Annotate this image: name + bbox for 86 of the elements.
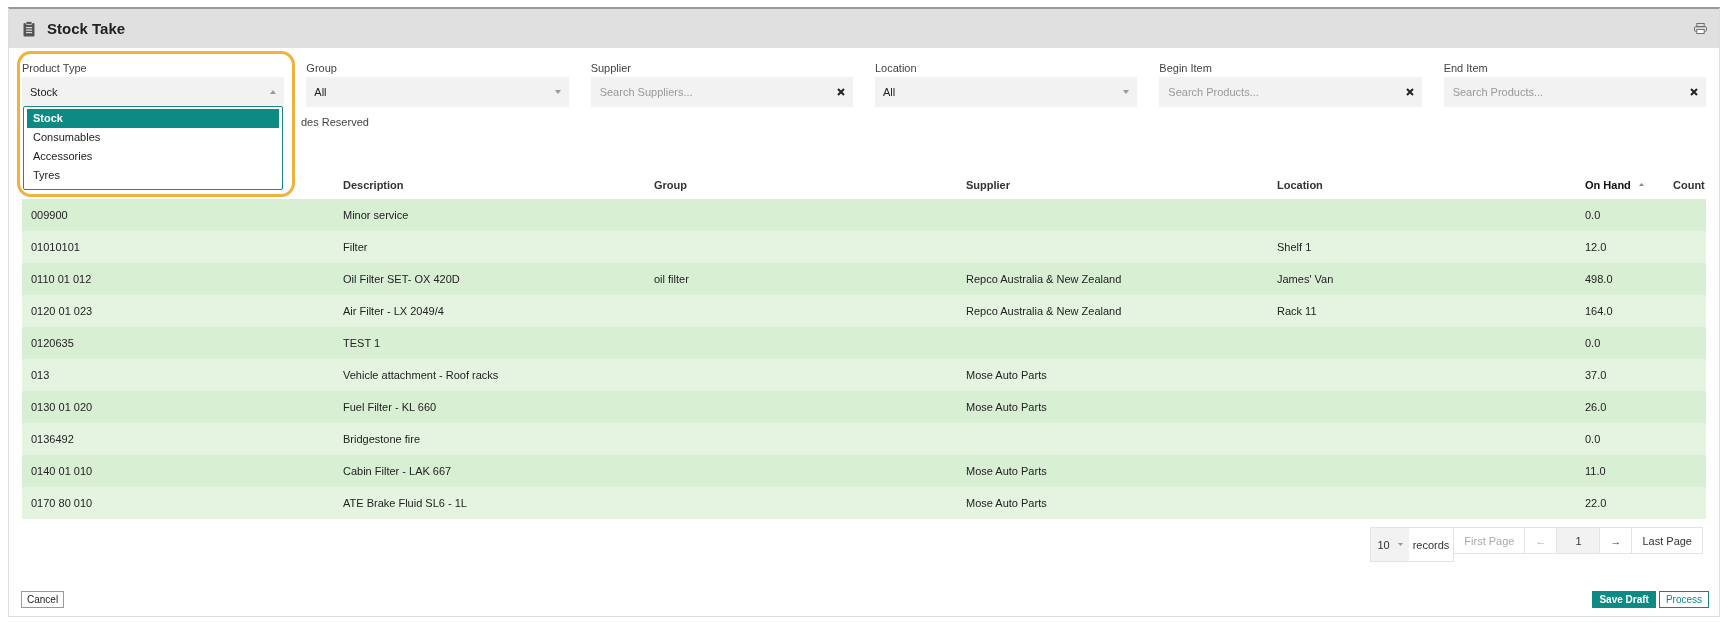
filter-label: Location	[875, 62, 917, 76]
table-cell: Shelf 1	[1277, 241, 1312, 253]
cancel-button[interactable]: Cancel	[21, 591, 65, 608]
table-cell: 0110 01 012	[31, 273, 92, 285]
table-cell: James' Van	[1277, 273, 1334, 285]
table-cell: 01010101	[31, 241, 80, 253]
sort-icon[interactable]	[1638, 183, 1644, 186]
column-header[interactable]: Description	[343, 178, 404, 191]
table-cell: Mose Auto Parts	[966, 401, 1047, 413]
table-cell: Minor service	[343, 209, 409, 221]
table-cell: 0130 01 020	[31, 401, 93, 413]
table-cell: Mose Auto Parts	[966, 369, 1047, 381]
table-row[interactable]: 0110 01 012 Oil Filter SET- OX 420D oil filter Repco Australia & New Zealand James' Van 498.0	[22, 263, 1706, 295]
table-cell: Mose Auto Parts	[966, 465, 1047, 477]
table-cell: 0140 01 010	[31, 465, 93, 477]
table-cell: ATE Brake Fluid SL6 - 1L	[343, 497, 467, 509]
table-cell: 11.0	[1585, 465, 1606, 477]
next-button[interactable]: →	[1599, 527, 1633, 554]
select-field[interactable]: All	[306, 77, 569, 107]
clear-icon[interactable]	[837, 88, 845, 96]
filter-label: Group	[306, 62, 337, 76]
table-cell: Bridgestone fire	[343, 433, 421, 445]
table-cell: 0120 01 023	[31, 305, 93, 317]
clear-icon[interactable]	[1689, 88, 1698, 96]
table-row[interactable]: 0170 80 010 ATE Brake Fluid SL6 - 1L Mose Auto Parts 22.0	[22, 487, 1706, 519]
search-field[interactable]: Search Products...	[1159, 77, 1422, 107]
column-header[interactable]: On Hand	[1585, 178, 1631, 191]
table-row[interactable]: 009900 Minor service 0.0	[22, 199, 1706, 231]
save-draft-button[interactable]: Save Draft	[1592, 591, 1656, 608]
search-field[interactable]: Search Suppliers...	[590, 77, 853, 107]
clear-icon[interactable]	[1405, 88, 1414, 96]
table-cell: Cabin Filter - LAK 667	[343, 465, 452, 477]
table-cell: 37.0	[1585, 369, 1607, 381]
dropdown-option[interactable]: Stock	[27, 109, 279, 128]
dropdown-option[interactable]: Consumables	[27, 128, 279, 147]
column-header[interactable]: Supplier	[966, 178, 1010, 191]
table-row[interactable]: 01010101 Filter Shelf 1 12.0	[22, 231, 1706, 263]
table-cell: Fuel Filter - KL 660	[343, 401, 437, 413]
table-cell: 013	[31, 369, 50, 381]
table-cell: 0136492	[31, 433, 74, 445]
dropdown-option[interactable]: Accessories	[27, 147, 279, 166]
table-cell: 009900	[31, 209, 68, 221]
clipboard-icon	[23, 20, 35, 37]
search-field[interactable]: Search Products...	[1443, 77, 1706, 107]
page-title: Stock Take	[47, 20, 127, 37]
filter-label: End Item	[1443, 62, 1488, 76]
table-cell: 0.0	[1585, 337, 1601, 349]
last-page-button[interactable]: Last Page	[1631, 527, 1703, 554]
table-cell: 0.0	[1585, 209, 1601, 221]
table-row[interactable]: 0130 01 020 Fuel Filter - KL 660 Mose Auto Parts 26.0	[22, 391, 1706, 423]
select-field[interactable]: All	[875, 77, 1138, 107]
table-cell: 0170 80 010	[31, 497, 93, 509]
table-cell: 22.0	[1585, 497, 1607, 509]
table-cell: Oil Filter SET- OX 420D	[343, 273, 460, 285]
table-cell: Repco Australia & New Zealand	[966, 305, 1122, 317]
filter-label: Supplier	[590, 62, 631, 76]
page-number-field[interactable]: 1	[1556, 527, 1601, 554]
table-row[interactable]: 013 Vehicle attachment - Roof racks Mose Auto Parts 37.0	[22, 359, 1706, 391]
column-header[interactable]: Group	[654, 178, 687, 191]
table-row[interactable]: 0136492 Bridgestone fire 0.0	[22, 423, 1706, 455]
dropdown-option[interactable]: Tyres	[27, 166, 279, 185]
checkbox-label: des Reserved	[301, 116, 369, 128]
column-header[interactable]: Count	[1673, 178, 1705, 191]
filter-label: Product Type	[22, 62, 87, 76]
table-row[interactable]: 0120 01 023 Air Filter - LX 2049/4 Repco Australia & New Zealand Rack 11 164.0	[22, 295, 1706, 327]
table-cell: TEST 1	[343, 337, 381, 349]
table-cell: 0.0	[1585, 433, 1601, 445]
table-cell: Air Filter - LX 2049/4	[343, 305, 444, 317]
table-cell: 498.0	[1585, 273, 1613, 285]
table-cell: Mose Auto Parts	[966, 497, 1047, 509]
table-cell: Repco Australia & New Zealand	[966, 273, 1122, 285]
filter-label: Begin Item	[1159, 62, 1212, 76]
table-cell: oil filter	[654, 273, 689, 285]
table-cell: 12.0	[1585, 241, 1607, 253]
table-row[interactable]: 0120635 TEST 1 0.0	[22, 327, 1706, 359]
table-cell: Vehicle attachment - Roof racks	[343, 369, 499, 381]
column-header[interactable]: Location	[1277, 178, 1323, 191]
table-cell: Filter	[343, 241, 368, 253]
table-cell: 164.0	[1585, 305, 1613, 317]
table-cell: Rack 11	[1277, 305, 1317, 317]
print-icon[interactable]	[1694, 23, 1707, 34]
table-cell: 0120635	[31, 337, 74, 349]
select-field[interactable]: Stock	[22, 77, 285, 107]
table-row[interactable]: 0140 01 010 Cabin Filter - LAK 667 Mose Auto Parts 11.0	[22, 455, 1706, 487]
process-button[interactable]: Process	[1658, 591, 1709, 608]
table-cell: 26.0	[1585, 401, 1607, 413]
